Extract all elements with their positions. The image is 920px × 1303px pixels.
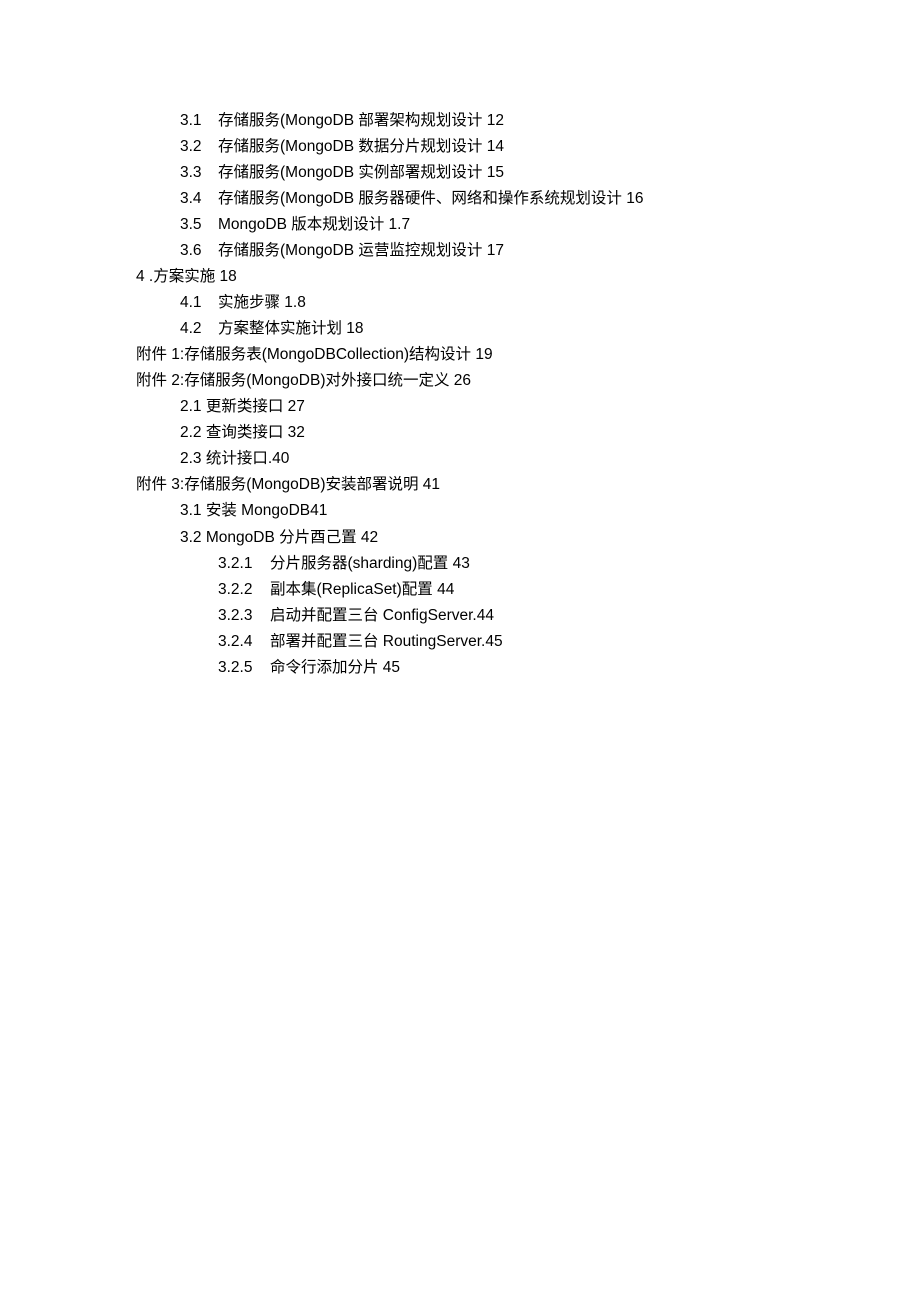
toc-text: .方案实施 18 (145, 268, 237, 285)
toc-text: 存储服务(MongoDB 实例部署规划设计 15 (218, 164, 504, 181)
table-of-contents: 3.1存储服务(MongoDB 部署架构规划设计 12 3.2存储服务(Mong… (136, 108, 920, 681)
toc-number: 3.2 (180, 134, 218, 160)
toc-entry: 3.2.5命令行添加分片 45 (136, 655, 920, 681)
toc-text: 附件 2:存储服务(MongoDB)对外接口统一定义 26 (136, 372, 471, 389)
toc-text: 分片服务器(sharding)配置 43 (270, 555, 470, 572)
toc-number: 3.2.5 (218, 655, 270, 681)
toc-text: 存储服务(MongoDB 数据分片规划设计 14 (218, 138, 504, 155)
toc-text: 部署并配置三台 RoutingServer.45 (270, 633, 503, 650)
toc-entry: 3.4存储服务(MongoDB 服务器硬件、网络和操作系统规划设计 16 (136, 186, 920, 212)
toc-number: 3.1 (180, 498, 202, 524)
toc-text: 方案整体实施计划 18 (218, 320, 364, 337)
toc-entry: 4.2方案整体实施计划 18 (136, 316, 920, 342)
toc-number: 2.2 (180, 420, 202, 446)
toc-text: 实施步骤 1.8 (218, 294, 306, 311)
toc-entry: 4.1实施步骤 1.8 (136, 290, 920, 316)
toc-entry: 2.1 更新类接口 27 (136, 394, 920, 420)
toc-text: 安装 MongoDB41 (202, 502, 328, 519)
toc-entry: 3.2.3启动并配置三台 ConfigServer.44 (136, 603, 920, 629)
toc-entry: 3.1存储服务(MongoDB 部署架构规划设计 12 (136, 108, 920, 134)
toc-number: 2.1 (180, 394, 202, 420)
toc-entry: 附件 1:存储服务表(MongoDBCollection)结构设计 19 (136, 342, 920, 368)
toc-number: 3.1 (180, 108, 218, 134)
toc-entry: 附件 3:存储服务(MongoDB)安装部署说明 41 (136, 472, 920, 498)
toc-entry: 3.5MongoDB 版本规划设计 1.7 (136, 212, 920, 238)
toc-text: 副本集(ReplicaSet)配置 44 (270, 581, 454, 598)
toc-text: 附件 3:存储服务(MongoDB)安装部署说明 41 (136, 476, 440, 493)
toc-entry: 附件 2:存储服务(MongoDB)对外接口统一定义 26 (136, 368, 920, 394)
toc-number: 3.6 (180, 238, 218, 264)
toc-entry: 3.2.2副本集(ReplicaSet)配置 44 (136, 577, 920, 603)
toc-entry: 3.2.1分片服务器(sharding)配置 43 (136, 551, 920, 577)
toc-text: 统计接口.40 (202, 450, 290, 467)
toc-text: 更新类接口 27 (202, 398, 305, 415)
toc-entry: 3.2存储服务(MongoDB 数据分片规划设计 14 (136, 134, 920, 160)
toc-number: 3.3 (180, 160, 218, 186)
toc-number: 3.2.3 (218, 603, 270, 629)
toc-text: 启动并配置三台 ConfigServer.44 (270, 607, 494, 624)
toc-number: 3.2.1 (218, 551, 270, 577)
toc-entry: 3.6存储服务(MongoDB 运营监控规划设计 17 (136, 238, 920, 264)
toc-text: MongoDB 版本规划设计 1.7 (218, 216, 410, 233)
toc-number: 3.2.2 (218, 577, 270, 603)
toc-number: 4 (136, 264, 145, 290)
toc-entry: 4 .方案实施 18 (136, 264, 920, 290)
toc-text: 附件 1:存储服务表(MongoDBCollection)结构设计 19 (136, 346, 493, 363)
toc-entry: 3.2.4部署并配置三台 RoutingServer.45 (136, 629, 920, 655)
toc-entry: 3.1 安装 MongoDB41 (136, 498, 920, 524)
toc-text: 存储服务(MongoDB 服务器硬件、网络和操作系统规划设计 16 (218, 190, 643, 207)
toc-number: 3.2 (180, 525, 202, 551)
toc-number: 3.5 (180, 212, 218, 238)
toc-text: 查询类接口 32 (202, 424, 305, 441)
toc-entry: 3.2 MongoDB 分片酉己置 42 (136, 525, 920, 551)
toc-text: 存储服务(MongoDB 运营监控规划设计 17 (218, 242, 504, 259)
toc-text: MongoDB 分片酉己置 42 (202, 529, 379, 546)
toc-entry: 2.3 统计接口.40 (136, 446, 920, 472)
toc-number: 3.2.4 (218, 629, 270, 655)
toc-text: 命令行添加分片 45 (270, 659, 400, 676)
toc-entry: 3.3存储服务(MongoDB 实例部署规划设计 15 (136, 160, 920, 186)
toc-text: 存储服务(MongoDB 部署架构规划设计 12 (218, 112, 504, 129)
toc-number: 3.4 (180, 186, 218, 212)
toc-entry: 2.2 查询类接口 32 (136, 420, 920, 446)
toc-number: 4.1 (180, 290, 218, 316)
toc-number: 2.3 (180, 446, 202, 472)
toc-number: 4.2 (180, 316, 218, 342)
